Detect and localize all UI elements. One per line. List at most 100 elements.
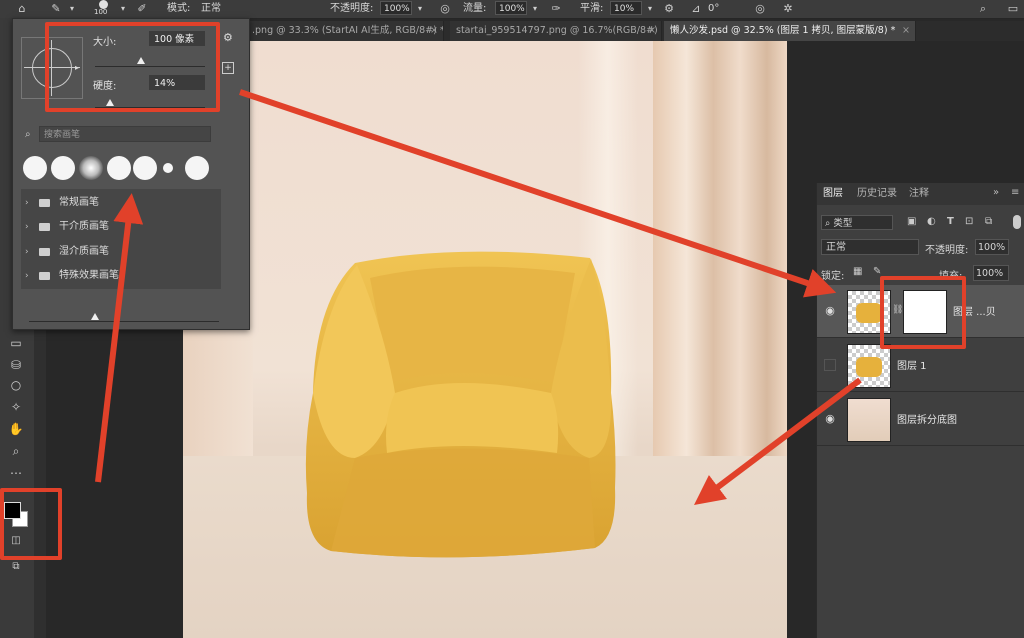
shape-filter-icon[interactable]: ⊡ xyxy=(965,216,973,227)
opacity-label: 不透明度: xyxy=(925,245,969,256)
rectangle-tool-icon[interactable]: ▭ xyxy=(6,334,26,352)
opacity-label: 不透明度: xyxy=(330,3,374,14)
smart-object-filter-icon[interactable]: ⧉ xyxy=(985,216,992,227)
home-icon[interactable]: ⌂ xyxy=(14,1,30,17)
symmetry-butterfly-icon[interactable]: ✲ xyxy=(780,1,796,17)
brush-folder[interactable]: › 湿介质画笔 xyxy=(23,241,221,263)
brush-folder[interactable]: › 干介质画笔 xyxy=(23,216,221,238)
workspace-icon[interactable]: ▭ xyxy=(1005,1,1021,17)
hand-tool-icon[interactable]: ✋ xyxy=(6,420,26,438)
pin-tool-icon[interactable]: ✧ xyxy=(6,398,26,416)
flow-label: 流量: xyxy=(463,3,487,14)
smoothing-field[interactable]: 10% xyxy=(610,1,642,15)
close-icon[interactable]: × xyxy=(902,21,910,41)
brush-folder[interactable]: › 常规画笔 xyxy=(23,192,221,214)
annotation-box-color-swatches xyxy=(0,488,62,560)
ellipse-tool-icon[interactable]: ○ xyxy=(6,376,26,394)
layer-thumbnail xyxy=(847,398,891,442)
layer-name[interactable]: 图层 1 xyxy=(897,357,927,372)
new-preset-icon[interactable]: + xyxy=(222,62,234,74)
filter-toggle[interactable] xyxy=(1013,215,1021,229)
folder-label: 干介质画笔 xyxy=(59,221,109,232)
mode-select[interactable]: 正常 xyxy=(201,1,221,17)
chevron-down-icon[interactable]: ▾ xyxy=(642,1,658,17)
airbrush-icon[interactable]: ✑ xyxy=(548,1,564,17)
chevron-down-icon[interactable]: ▾ xyxy=(412,1,428,17)
gear-icon[interactable]: ⚙ xyxy=(223,31,233,44)
chevron-right-icon: › xyxy=(25,222,29,232)
paint-bucket-icon[interactable]: ⛁ xyxy=(6,356,26,374)
opacity-field[interactable]: 100% xyxy=(380,1,412,15)
layer-name[interactable]: 图层拆分底图 xyxy=(897,411,957,426)
folder-icon xyxy=(39,272,50,280)
smoothing-options-gear-icon[interactable]: ⚙ xyxy=(661,1,677,17)
annotation-box-brush-settings xyxy=(45,22,220,112)
tab-history[interactable]: 历史记录 xyxy=(857,183,897,205)
folder-icon xyxy=(39,248,50,256)
chevron-down-icon[interactable]: ▾ xyxy=(115,1,131,17)
folder-icon xyxy=(39,223,50,231)
search-icon: ⌕ xyxy=(825,218,831,229)
pressure-opacity-icon[interactable]: ◎ xyxy=(437,1,453,17)
search-icon: ⌕ xyxy=(25,129,31,140)
pixel-filter-icon[interactable]: ▣ xyxy=(907,216,916,227)
document-tab-active[interactable]: 懒人沙发.psd @ 32.5% (图层 1 拷贝, 图层蒙版/8) * × xyxy=(664,21,916,41)
panel-menu-icon[interactable]: ≡ xyxy=(1011,187,1019,198)
pressure-size-icon[interactable]: ◎ xyxy=(752,1,768,17)
flow-field[interactable]: 100% xyxy=(495,1,527,15)
close-icon[interactable]: × xyxy=(430,21,438,41)
document-tab[interactable]: .png @ 33.3% (StartAI AI生成, RGB/8#) * × xyxy=(246,21,444,41)
layer-thumbnail xyxy=(847,344,891,388)
brush-settings-icon[interactable]: ✐ xyxy=(134,1,150,17)
panel-expand-icon[interactable]: » xyxy=(993,187,999,198)
document-canvas[interactable] xyxy=(183,41,787,638)
sofa-image xyxy=(305,251,616,558)
brush-preset-thumbnail[interactable] xyxy=(107,156,131,180)
screen-mode-icon[interactable]: ⧉ xyxy=(6,558,26,576)
document-tab[interactable]: startai_959514797.png @ 16.7%(RGB/8#) × xyxy=(450,21,662,41)
blend-mode-select[interactable]: 正常 xyxy=(821,239,919,255)
adjustment-filter-icon[interactable]: ◐ xyxy=(927,216,936,227)
brush-size-readout: 100 xyxy=(94,8,108,16)
visibility-toggle-off[interactable] xyxy=(824,359,836,371)
close-icon[interactable]: × xyxy=(648,21,656,41)
brush-preset-thumbnail[interactable] xyxy=(23,156,47,180)
tab-layers[interactable]: 图层 xyxy=(823,183,843,205)
preview-size-handle[interactable] xyxy=(91,313,99,320)
fill-field[interactable]: 100% xyxy=(973,265,1009,281)
tab-label: startai_959514797.png @ 16.7%(RGB/8#) xyxy=(456,25,658,36)
tab-notes[interactable]: 注释 xyxy=(909,183,929,205)
chevron-down-icon[interactable]: ▾ xyxy=(64,1,80,17)
brush-preset-thumbnail[interactable] xyxy=(163,163,173,173)
brush-preset-thumbnail[interactable] xyxy=(133,156,157,180)
chevron-down-icon[interactable]: ▾ xyxy=(527,1,543,17)
eye-icon[interactable]: ◉ xyxy=(824,305,836,317)
layer-filter-select[interactable]: ⌕ 类型 xyxy=(821,215,893,230)
layer-row[interactable]: ◉ 图层拆分底图 xyxy=(817,393,1024,446)
chevron-right-icon: › xyxy=(25,198,29,208)
brush-folder[interactable]: › 特殊效果画笔 xyxy=(23,265,221,287)
lock-transparent-icon[interactable]: ▦ xyxy=(853,266,862,277)
lock-label: 锁定: xyxy=(821,271,845,282)
zoom-tool-icon[interactable]: ⌕ xyxy=(6,442,26,460)
preview-size-slider[interactable] xyxy=(29,321,219,322)
options-bar: ⌂ ✎ ▾ 100 ▾ ✐ 模式: 正常 不透明度: 100% ▾ ◎ 流量: … xyxy=(0,0,1024,19)
chevron-right-icon: › xyxy=(25,247,29,257)
angle-icon: ⊿ xyxy=(691,2,701,15)
eye-icon[interactable]: ◉ xyxy=(824,413,836,425)
brush-preset-picker[interactable]: 100 xyxy=(94,0,114,18)
chevron-right-icon: › xyxy=(25,271,29,281)
tab-label: .png @ 33.3% (StartAI AI生成, RGB/8#) * xyxy=(252,25,444,36)
tab-label: 懒人沙发.psd @ 32.5% (图层 1 拷贝, 图层蒙版/8) * xyxy=(670,25,896,36)
layer-opacity-field[interactable]: 100% xyxy=(975,239,1009,255)
brush-preset-thumbnail[interactable] xyxy=(51,156,75,180)
angle-field[interactable]: 0° xyxy=(708,1,719,17)
more-tools-icon[interactable]: ⋯ xyxy=(6,464,26,482)
brush-preset-thumbnail[interactable] xyxy=(185,156,209,180)
mode-label: 模式: xyxy=(167,3,191,14)
brush-search-input[interactable]: 搜索画笔 xyxy=(39,126,211,142)
search-icon[interactable]: ⌕ xyxy=(975,1,991,17)
brush-preset-thumbnail[interactable] xyxy=(79,156,103,180)
type-filter-icon[interactable]: T xyxy=(947,216,954,227)
brush-tool-icon[interactable]: ✎ xyxy=(48,1,64,17)
